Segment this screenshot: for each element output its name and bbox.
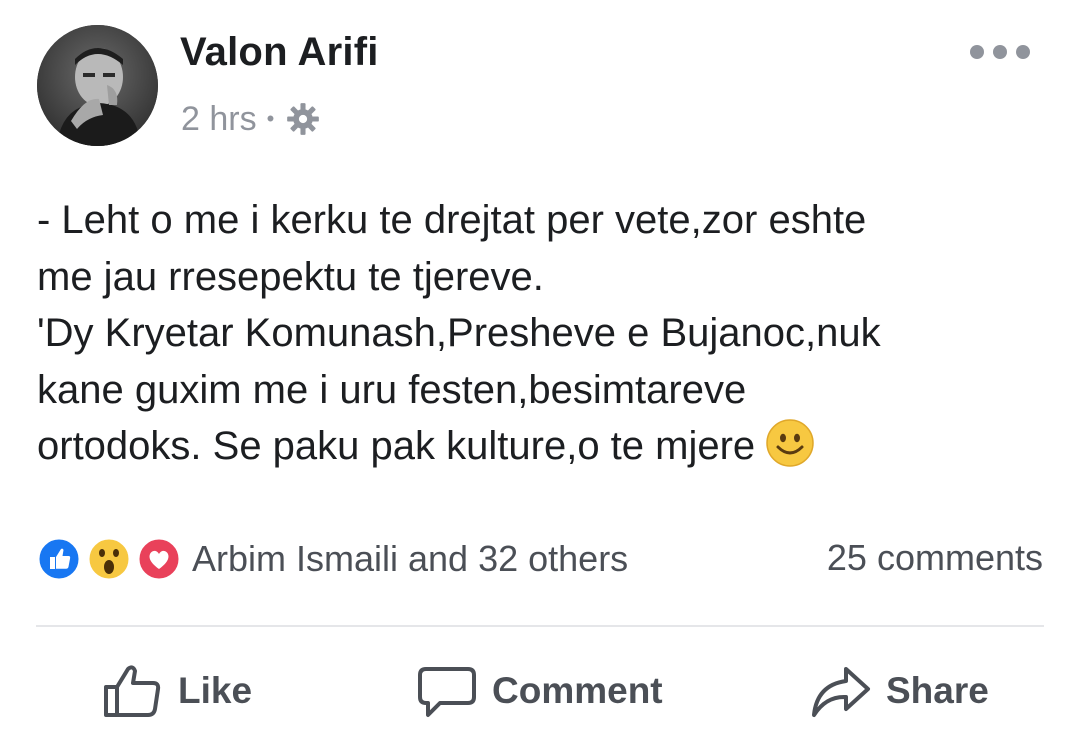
comment-icon [418, 667, 476, 717]
love-reaction-icon [136, 536, 182, 582]
post-timestamp[interactable]: 2 hrs [181, 100, 257, 139]
smiley-emoji [765, 418, 815, 468]
like-button[interactable]: Like [102, 660, 252, 722]
post-text-line: ortodoks. Se paku pak kulture,o te mjere [37, 424, 756, 468]
post-text-line: me jau rresepektu te tjereve. [37, 254, 544, 299]
more-dot [993, 45, 1007, 59]
reaction-icons [36, 534, 184, 584]
post-text-line: kane guxim me i uru festen,besimtareve [37, 367, 747, 412]
more-dot [970, 45, 984, 59]
facebook-post: Valon Arifi 2 hrs • - Leht o me i kerku … [0, 0, 1078, 750]
post-text-line: 'Dy Kryetar Komunash,Presheve e Bujanoc,… [37, 311, 881, 355]
comments-count[interactable]: 25 comments [827, 537, 1043, 579]
meta-separator: • [266, 106, 275, 131]
like-icon [104, 665, 161, 717]
comment-button[interactable]: Comment [416, 660, 663, 722]
more-dot [1016, 45, 1030, 59]
share-icon [812, 667, 870, 717]
reaction-summary-text[interactable]: Arbim Ismaili and 32 others [192, 538, 628, 580]
gear-icon[interactable] [284, 100, 322, 138]
more-options-icon[interactable] [970, 40, 1030, 64]
wow-reaction-icon [86, 536, 132, 582]
comment-label: Comment [492, 670, 663, 711]
post-text-line: - Leht o me i kerku te drejtat per vete,… [37, 198, 867, 242]
share-label: Share [886, 670, 989, 711]
author-name[interactable]: Valon Arifi [180, 30, 379, 75]
post-text: - Leht o me i kerku te drejtat per vete,… [37, 192, 1047, 475]
post-text-line-last: ortodoks. Se paku pak kulture,o te mjere [37, 418, 1047, 475]
reactions-summary[interactable]: Arbim Ismaili and 32 others [36, 534, 628, 584]
avatar[interactable] [37, 25, 158, 146]
like-label: Like [178, 670, 253, 711]
share-button[interactable]: Share [810, 660, 989, 722]
like-reaction-icon [36, 536, 82, 582]
post-meta: 2 hrs • [181, 97, 322, 141]
divider [36, 625, 1044, 627]
